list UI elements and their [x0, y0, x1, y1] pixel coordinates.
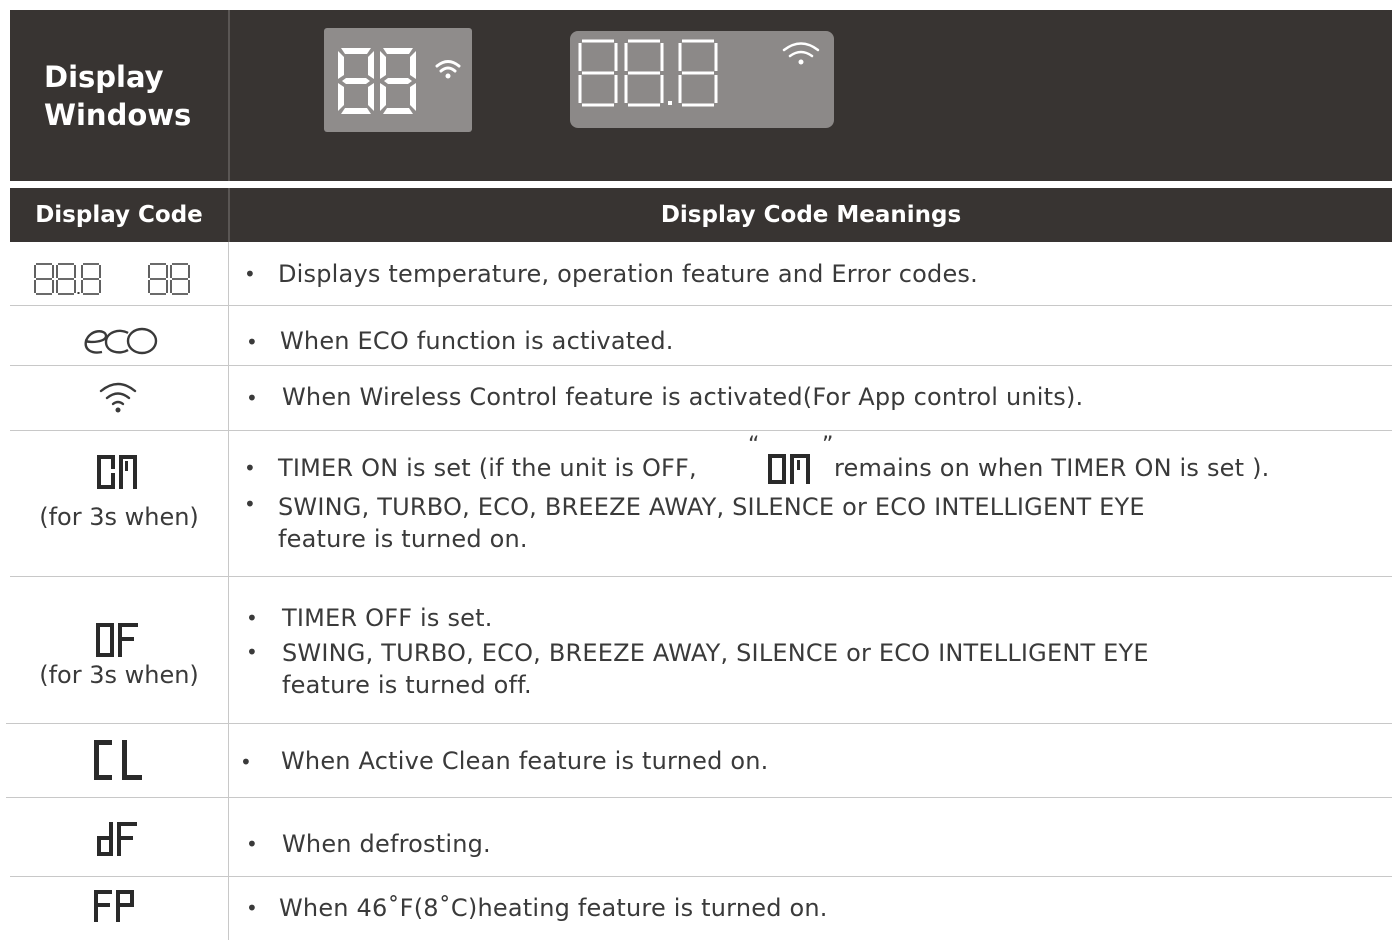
row-divider — [10, 576, 1392, 577]
bullet: • — [246, 330, 258, 354]
bullet: • — [246, 896, 258, 920]
row-divider — [6, 797, 1392, 798]
segment-cl-icon — [94, 740, 142, 780]
meaning-text: feature is turned off. — [282, 671, 532, 699]
display-windows-title: Display Windows — [44, 60, 192, 132]
row-divider — [10, 365, 1392, 366]
lcd-large-digits — [578, 39, 718, 107]
meaning-text: When 46˚F(8˚C)heating feature is turned … — [279, 894, 828, 922]
meaning-text: feature is turned on. — [278, 525, 528, 553]
segment-fp-icon — [94, 890, 134, 922]
segment-on-icon — [97, 455, 137, 489]
row-divider — [10, 305, 1392, 306]
lcd-large-wifi-icon — [782, 42, 820, 58]
meaning-text: When ECO function is activated. — [280, 327, 674, 355]
meaning-text: SWING, TURBO, ECO, BREEZE AWAY, SILENCE … — [278, 493, 1145, 521]
meaning-text: When defrosting. — [282, 830, 491, 858]
column-divider — [228, 242, 229, 940]
lcd-large-888-icon — [578, 39, 820, 107]
lcd-window-large — [570, 31, 834, 128]
quote-open: “ — [748, 433, 760, 458]
display-code-table-page: Display Windows Display Code Display Cod… — [0, 0, 1392, 940]
meaning-text: SWING, TURBO, ECO, BREEZE AWAY, SILENCE … — [282, 639, 1149, 667]
code-subtitle: (for 3s when) — [39, 503, 199, 531]
bullet: • — [244, 262, 256, 286]
bullet: • — [246, 606, 258, 630]
lcd-small-88-icon — [338, 48, 461, 114]
bullet: • — [246, 640, 258, 664]
row-divider — [10, 876, 1392, 877]
segment-on-inline-icon — [768, 454, 810, 484]
bullet: • — [246, 386, 258, 410]
bullet: • — [244, 456, 256, 480]
row-divider — [6, 723, 1392, 724]
meaning-text: remains on when TIMER ON is set ). — [834, 454, 1270, 482]
bullet: • — [240, 750, 252, 774]
wifi-icon — [99, 382, 137, 413]
meaning-text: TIMER OFF is set. — [282, 604, 493, 632]
segment-88-icon — [34, 263, 190, 295]
table-header-row: Display Code Display Code Meanings — [10, 188, 1392, 242]
lcd-small-digits — [338, 48, 416, 114]
col-header-display-code: Display Code — [10, 188, 230, 242]
lcd-window-small — [324, 28, 472, 132]
lcd-small-wifi-icon — [435, 60, 461, 73]
meaning-text: When Active Clean feature is turned on. — [281, 747, 769, 775]
bullet: • — [244, 492, 256, 516]
quote-close: ” — [822, 433, 834, 458]
bullet: • — [246, 832, 258, 856]
display-windows-label-cell: Display Windows — [10, 10, 230, 181]
eco-icon — [84, 327, 158, 355]
code-subtitle: (for 3s when) — [39, 661, 199, 689]
meaning-text: Displays temperature, operation feature … — [278, 260, 978, 288]
segment-df-icon — [97, 822, 137, 856]
meaning-text: TIMER ON is set (if the unit is OFF, — [278, 454, 697, 482]
col-header-meanings: Display Code Meanings — [660, 202, 962, 228]
segment-of-icon — [96, 623, 138, 657]
header-separator — [10, 181, 1392, 188]
meaning-text: When Wireless Control feature is activat… — [282, 383, 1084, 411]
row-divider — [10, 430, 1392, 431]
